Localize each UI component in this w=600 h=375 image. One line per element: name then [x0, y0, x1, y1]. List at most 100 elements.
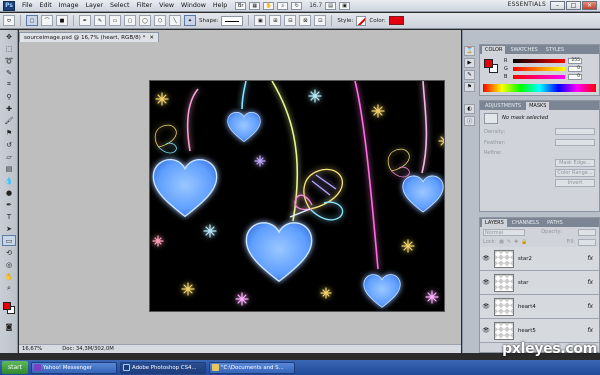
history-panel-icon[interactable]: ⌛: [464, 46, 475, 56]
zoom-icon[interactable]: ⌕: [277, 1, 289, 10]
rectangle-tool-icon[interactable]: ▭: [109, 15, 121, 26]
pen-tool-icon[interactable]: ✒: [79, 15, 91, 26]
shape-mode-exclude-icon[interactable]: ⊡: [314, 15, 327, 26]
shape-color-swatch[interactable]: [388, 16, 404, 25]
foreground-color-swatch[interactable]: [3, 302, 11, 310]
menu-window[interactable]: Window: [181, 2, 206, 9]
quick-select-tool-icon[interactable]: ✎: [2, 67, 16, 78]
mask-edge-button[interactable]: Mask Edge...: [555, 159, 595, 167]
document-tab[interactable]: sourceimage.psd @ 16,7% (heart, RGB/8) *…: [19, 32, 160, 42]
hand-tool-icon[interactable]: ✋: [2, 271, 16, 282]
guides-icon[interactable]: ▦: [249, 1, 261, 10]
screen-mode-icon[interactable]: ▣: [339, 1, 351, 10]
green-slider[interactable]: [513, 67, 565, 71]
style-picker[interactable]: [356, 15, 367, 26]
color-range-button[interactable]: Color Range...: [555, 169, 595, 177]
canvas[interactable]: [149, 80, 445, 312]
shape-picker[interactable]: [221, 15, 244, 26]
clone-stamp-tool-icon[interactable]: ⚑: [2, 127, 16, 138]
menu-select[interactable]: Select: [110, 2, 129, 9]
tab-styles[interactable]: STYLES: [543, 46, 567, 54]
fill-pixels-button[interactable]: ■: [56, 15, 68, 26]
workspace-switcher[interactable]: ESSENTIALS: [508, 1, 546, 8]
shape-layers-button[interactable]: ▢: [26, 15, 38, 26]
move-tool-icon[interactable]: ✥: [2, 31, 16, 42]
custom-shape-tool-icon[interactable]: ▭: [2, 235, 16, 246]
tab-paths[interactable]: PATHS: [544, 219, 566, 227]
eyedropper-tool-icon[interactable]: ⚲: [2, 91, 16, 102]
layer-row[interactable]: 👁 heart5 fx: [480, 319, 599, 343]
tab-channels[interactable]: CHANNELS: [509, 219, 542, 227]
taskbar-item[interactable]: Yahoo! Messenger: [31, 361, 117, 374]
paths-button[interactable]: ⌒: [41, 15, 53, 26]
fill-field[interactable]: [578, 238, 596, 246]
red-value[interactable]: 255: [568, 58, 582, 64]
lock-pixels-icon[interactable]: ✎: [507, 239, 511, 245]
shape-mode-new-icon[interactable]: ▣: [254, 15, 267, 26]
taskbar-item[interactable]: Adobe Photoshop CS4...: [120, 361, 206, 374]
eraser-tool-icon[interactable]: ▱: [2, 151, 16, 162]
tab-layers[interactable]: LAYERS: [482, 219, 507, 227]
menu-help[interactable]: Help: [213, 2, 227, 9]
layer-row[interactable]: 👁 heart4 fx: [480, 295, 599, 319]
tab-swatches[interactable]: SWATCHES: [507, 46, 540, 54]
rounded-rectangle-tool-icon[interactable]: ▢: [124, 15, 136, 26]
path-selection-tool-icon[interactable]: ➤: [2, 223, 16, 234]
color-swatches[interactable]: [3, 302, 15, 314]
blur-tool-icon[interactable]: 💧: [2, 175, 16, 186]
arrange-documents-icon[interactable]: ▤: [325, 1, 337, 10]
info-panel-icon[interactable]: ⓘ: [464, 116, 475, 126]
color-swatches[interactable]: [484, 59, 498, 73]
menu-file[interactable]: File: [22, 2, 33, 9]
tab-adjustments[interactable]: ADJUSTMENTS: [482, 102, 524, 110]
marquee-tool-icon[interactable]: ⬚: [2, 43, 16, 54]
pen-tool-icon[interactable]: ✒: [2, 199, 16, 210]
healing-brush-tool-icon[interactable]: ✚: [2, 103, 16, 114]
visibility-eye-icon[interactable]: 👁: [482, 327, 490, 334]
3d-orbit-tool-icon[interactable]: ◎: [2, 259, 16, 270]
hand-icon[interactable]: ✋: [263, 1, 275, 10]
navigator-panel-icon[interactable]: ◐: [464, 104, 475, 114]
quick-mask-icon[interactable]: ◙: [2, 321, 16, 332]
zoom-level[interactable]: 16.7: [309, 3, 322, 9]
color-spectrum-bar[interactable]: [483, 84, 596, 92]
actions-panel-icon[interactable]: ▶: [464, 58, 475, 68]
history-brush-tool-icon[interactable]: ↺: [2, 139, 16, 150]
menu-edit[interactable]: Edit: [40, 2, 52, 9]
close-document-icon[interactable]: ✕: [149, 35, 154, 41]
layer-effects-icon[interactable]: fx: [587, 255, 593, 262]
maximize-button[interactable]: □: [566, 1, 581, 10]
bridge-icon[interactable]: Br: [235, 1, 247, 10]
lock-transparency-icon[interactable]: ▩: [499, 239, 504, 245]
lock-all-icon[interactable]: 🔒: [521, 239, 527, 245]
freeform-pen-icon[interactable]: ✎: [94, 15, 106, 26]
blue-slider[interactable]: [513, 75, 565, 79]
taskbar-item[interactable]: "C:\Documents and S...: [209, 361, 295, 374]
shape-mode-intersect-icon[interactable]: ⊠: [299, 15, 312, 26]
polygon-tool-icon[interactable]: ⬡: [154, 15, 166, 26]
menu-image[interactable]: Image: [59, 2, 79, 9]
type-tool-icon[interactable]: T: [2, 211, 16, 222]
tab-masks[interactable]: MASKS: [526, 102, 550, 110]
custom-shape-tool-icon[interactable]: ✦: [184, 15, 196, 26]
brushes-panel-icon[interactable]: ✎: [464, 70, 475, 80]
lock-position-icon[interactable]: ✥: [514, 239, 518, 245]
clone-source-panel-icon[interactable]: ⚑: [464, 82, 475, 92]
close-button[interactable]: ✕: [582, 1, 597, 10]
3d-rotate-tool-icon[interactable]: ⟲: [2, 247, 16, 258]
tool-preset-picker[interactable]: ⬭: [3, 15, 15, 26]
visibility-eye-icon[interactable]: 👁: [482, 255, 490, 262]
visibility-eye-icon[interactable]: 👁: [482, 303, 490, 310]
shape-mode-subtract-icon[interactable]: ⊟: [284, 15, 297, 26]
blend-mode-select[interactable]: Normal: [483, 228, 525, 236]
ellipse-tool-icon[interactable]: ◯: [139, 15, 151, 26]
shape-mode-add-icon[interactable]: ⊞: [269, 15, 282, 26]
opacity-field[interactable]: [578, 228, 596, 236]
tab-color[interactable]: COLOR: [482, 46, 506, 54]
menu-filter[interactable]: Filter: [136, 2, 152, 9]
layer-effects-icon[interactable]: fx: [587, 327, 593, 334]
feather-field[interactable]: [555, 139, 595, 146]
document-size-status[interactable]: Doc: 34,3M/302,0M: [62, 346, 114, 352]
red-slider[interactable]: [513, 59, 565, 63]
brush-tool-icon[interactable]: 🖌: [2, 115, 16, 126]
